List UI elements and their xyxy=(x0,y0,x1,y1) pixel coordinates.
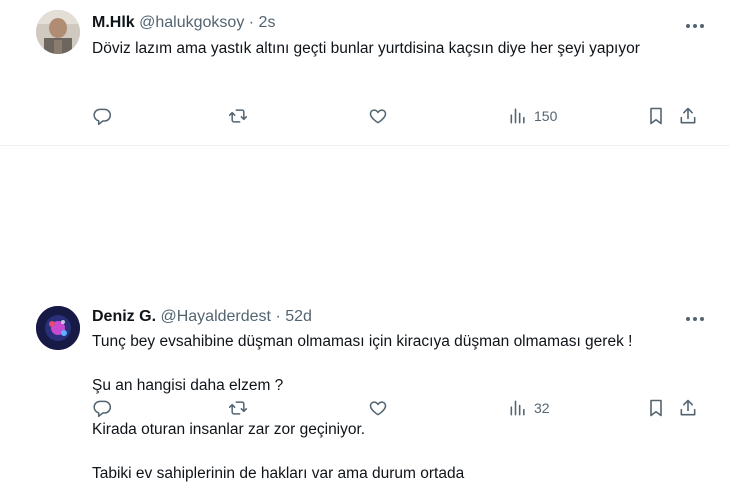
share-icon xyxy=(680,107,696,124)
views-count: 150 xyxy=(534,108,558,124)
reply-button[interactable] xyxy=(92,104,112,128)
bookmark-icon xyxy=(650,399,662,417)
tweet-paragraph: Kirada oturan insanlar zar zor geçiniyor… xyxy=(92,421,366,438)
more-icon[interactable] xyxy=(684,309,706,329)
retweet-button[interactable] xyxy=(228,104,248,128)
reply-icon xyxy=(93,400,112,418)
timestamp[interactable]: 52d xyxy=(285,308,312,325)
retweet-icon xyxy=(228,109,248,123)
user-handle[interactable]: @halukgoksoy xyxy=(139,14,244,31)
like-icon xyxy=(369,401,387,416)
tweet-paragraph: Şu an hangisi daha elzem ? xyxy=(92,377,284,394)
views-icon xyxy=(510,108,525,124)
like-button[interactable] xyxy=(368,396,388,420)
retweet-icon xyxy=(228,401,248,415)
like-icon xyxy=(369,109,387,124)
bookmark-icon xyxy=(650,107,662,125)
action-bar: 150 xyxy=(92,104,712,128)
views-icon xyxy=(510,400,525,416)
timestamp[interactable]: 2s xyxy=(259,14,276,31)
more-icon[interactable] xyxy=(684,16,706,36)
views-count: 32 xyxy=(534,400,550,416)
avatar[interactable] xyxy=(36,306,80,350)
share-button[interactable] xyxy=(678,104,698,128)
tweet-1[interactable]: M.Hlk @halukgoksoy · 2s Döviz lazım ama … xyxy=(0,0,730,145)
tweet-paragraph: Tunç bey evsahibine düşman olmaması için… xyxy=(92,333,633,350)
reply-icon xyxy=(93,108,112,126)
bookmark-button[interactable] xyxy=(646,104,666,128)
display-name[interactable]: Deniz G. xyxy=(92,308,156,325)
user-handle[interactable]: @Hayalderdest xyxy=(160,308,271,325)
avatar[interactable] xyxy=(36,10,80,54)
like-button[interactable] xyxy=(368,104,388,128)
views-button[interactable]: 32 xyxy=(508,396,550,420)
bookmark-button[interactable] xyxy=(646,396,666,420)
share-icon xyxy=(680,399,696,416)
tweet-header: M.Hlk @halukgoksoy · 2s xyxy=(92,13,275,33)
action-bar: 32 xyxy=(92,396,712,420)
tweet-header: Deniz G. @Hayalderdest · 52d xyxy=(92,307,312,327)
tweet-2[interactable]: Deniz G. @Hayalderdest · 52d Tunç bey ev… xyxy=(0,145,730,482)
share-button[interactable] xyxy=(678,396,698,420)
tweet-text: Döviz lazım ama yastık altını geçti bunl… xyxy=(92,40,640,57)
display-name[interactable]: M.Hlk xyxy=(92,14,135,31)
reply-button[interactable] xyxy=(92,396,112,420)
separator-dot: · xyxy=(275,308,281,325)
views-button[interactable]: 150 xyxy=(508,104,557,128)
separator-dot: · xyxy=(248,14,255,31)
tweet-paragraph: Tabiki ev sahiplerinin de hakları var am… xyxy=(92,465,465,482)
retweet-button[interactable] xyxy=(228,396,248,420)
